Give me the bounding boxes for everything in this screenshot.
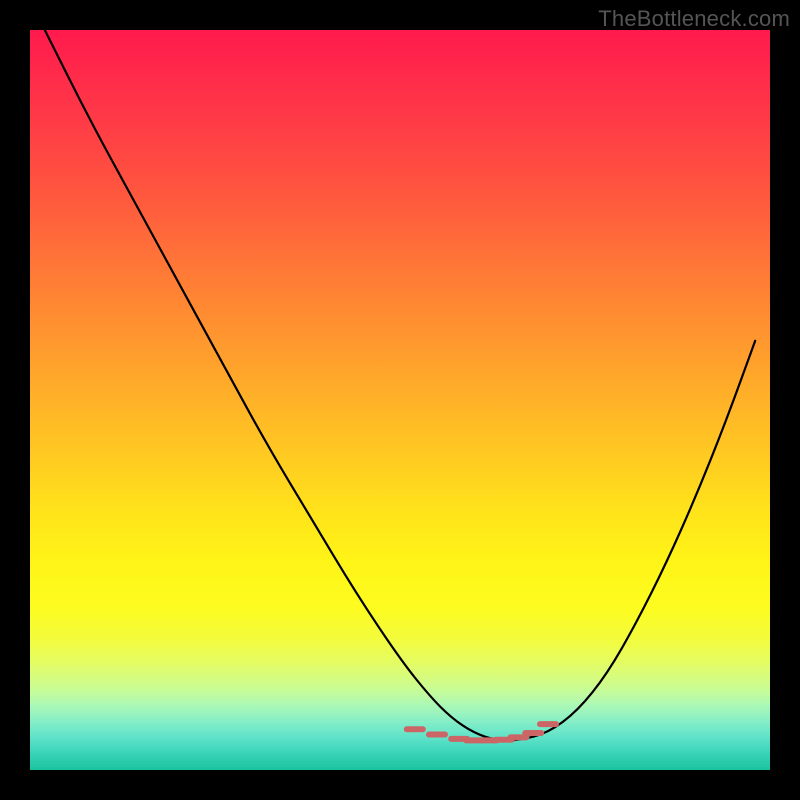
chart-frame: TheBottleneck.com (0, 0, 800, 800)
gradient-bands (30, 622, 770, 770)
curve-layer (30, 30, 770, 770)
plot-area (30, 30, 770, 770)
watermark-text: TheBottleneck.com (598, 6, 790, 32)
bottleneck-curve-path (45, 30, 755, 740)
minimum-marker-group (407, 724, 556, 740)
